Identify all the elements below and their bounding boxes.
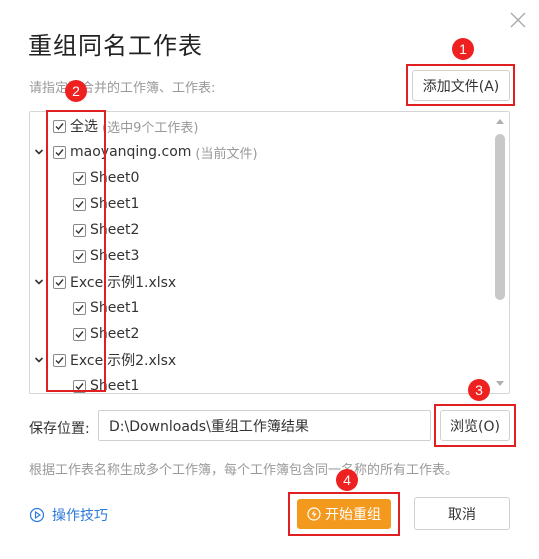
cancel-button[interactable]: 取消 (414, 497, 510, 530)
play-circle-icon (29, 507, 45, 523)
annotation-badge-4: 4 (336, 469, 358, 491)
annotation-box-add-file (406, 64, 515, 106)
save-path-input[interactable]: D:\Downloads\重组工作簿结果 (98, 410, 431, 441)
annotation-box-start (288, 492, 400, 536)
annotation-box-browse (434, 404, 516, 447)
save-location-label: 保存位置: (29, 421, 90, 437)
chevron-down-icon[interactable] (34, 277, 44, 287)
tips-label: 操作技巧 (52, 508, 108, 524)
dialog-title: 重组同名工作表 (28, 32, 203, 60)
workbook-hint: (当前文件) (195, 146, 258, 162)
close-icon[interactable] (508, 10, 528, 30)
annotation-box-checkboxes (46, 110, 106, 392)
select-all-hint: (选中9个工作表) (102, 120, 199, 136)
subtitle: 请指定要合并的工作簿、工作表: (29, 81, 216, 96)
tips-link[interactable]: 操作技巧 (29, 505, 108, 525)
annotation-badge-2: 2 (65, 80, 87, 102)
chevron-down-icon[interactable] (34, 147, 44, 157)
scroll-down-icon[interactable] (495, 380, 505, 388)
scrollbar-thumb[interactable] (495, 134, 505, 300)
chevron-down-icon[interactable] (34, 355, 44, 365)
scroll-up-icon[interactable] (495, 117, 505, 125)
description-note: 根据工作表名称生成多个工作簿，每个工作簿包含同一名称的所有工作表。 (29, 463, 459, 478)
annotation-badge-3: 3 (468, 379, 490, 401)
annotation-badge-1: 1 (452, 38, 474, 60)
